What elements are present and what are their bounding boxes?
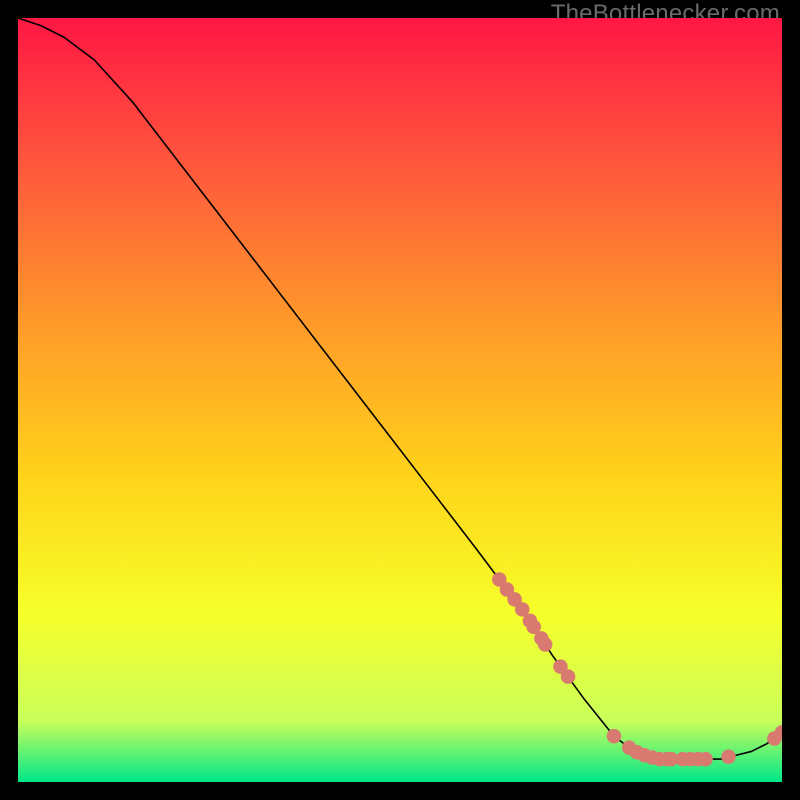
chart-canvas: TheBottlenecker.com [0,0,800,800]
data-point [561,669,576,684]
bottleneck-chart [18,18,782,782]
data-point [721,750,736,765]
data-point [538,637,553,652]
data-point [607,729,622,744]
data-point [698,752,713,767]
heatmap-background [18,18,782,782]
